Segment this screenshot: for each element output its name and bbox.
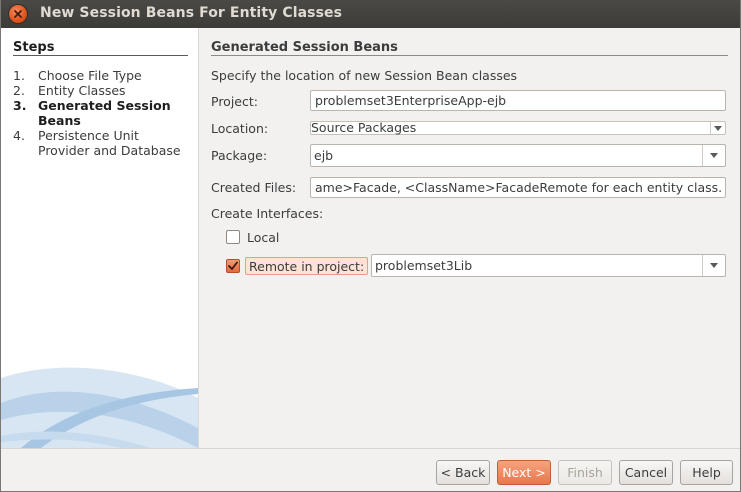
step-item-entity-classes: 2. Entity Classes	[13, 83, 193, 98]
project-field[interactable]: problemset3EnterpriseApp-ejb	[310, 90, 726, 111]
step-number: 3.	[13, 98, 27, 113]
created-files-field[interactable]: ame>Facade, <ClassName>FacadeRemote for …	[310, 177, 726, 198]
panel-title-divider	[211, 55, 728, 56]
finish-button[interactable]: Finish	[558, 460, 612, 485]
step-item-persistence-unit: 4. Persistence Unit Provider and Databas…	[13, 128, 193, 158]
chevron-down-icon[interactable]	[710, 122, 725, 134]
created-files-label: Created Files:	[211, 180, 297, 195]
step-label: Choose File Type	[38, 68, 142, 83]
local-checkbox[interactable]	[226, 230, 240, 244]
back-button[interactable]: < Back	[436, 460, 490, 485]
wizard-swoosh-graphic	[1, 367, 198, 448]
step-label: Persistence Unit Provider and Database	[38, 128, 181, 158]
remote-project-value: problemset3Lib	[375, 258, 473, 273]
steps-heading: Steps	[13, 40, 55, 55]
create-interfaces-label: Create Interfaces:	[211, 206, 324, 221]
step-item-generated-session-beans: 3. Generated Session Beans	[13, 98, 193, 128]
location-value: Source Packages	[311, 120, 417, 135]
package-value: ejb	[314, 148, 334, 163]
steps-sidebar: Steps 1. Choose File Type 2. Entity Clas…	[1, 28, 198, 448]
window-title: New Session Beans For Entity Classes	[40, 5, 343, 21]
main-panel: Generated Session Beans Specify the loca…	[199, 28, 740, 448]
close-window-button[interactable]	[9, 5, 27, 23]
steps-divider	[13, 55, 188, 56]
cancel-button[interactable]: Cancel	[619, 460, 673, 485]
next-button[interactable]: Next >	[497, 460, 551, 485]
help-button[interactable]: Help	[680, 460, 733, 485]
remote-checkbox[interactable]	[226, 259, 240, 273]
panel-description: Specify the location of new Session Bean…	[211, 68, 518, 83]
remote-project-combobox[interactable]: problemset3Lib	[371, 254, 726, 277]
project-label: Project:	[211, 94, 258, 109]
step-number: 2.	[13, 83, 25, 98]
step-label: Entity Classes	[38, 83, 126, 98]
chevron-down-icon[interactable]	[702, 145, 725, 166]
button-bar-divider	[0, 448, 741, 449]
step-item-choose-file-type: 1. Choose File Type	[13, 68, 193, 83]
package-label: Package:	[211, 148, 268, 163]
panel-title: Generated Session Beans	[211, 40, 398, 55]
chevron-down-icon[interactable]	[702, 255, 725, 276]
location-label: Location:	[211, 121, 269, 136]
steps-list: 1. Choose File Type 2. Entity Classes 3.…	[13, 68, 193, 158]
close-icon	[14, 10, 22, 18]
step-number: 1.	[13, 68, 25, 83]
title-bar: New Session Beans For Entity Classes	[0, 0, 741, 28]
package-combobox[interactable]: ejb	[310, 144, 726, 167]
step-number: 4.	[13, 128, 25, 143]
step-label: Generated Session Beans	[38, 98, 171, 128]
remote-checkbox-label[interactable]: Remote in project:	[245, 257, 369, 275]
local-checkbox-label[interactable]: Local	[247, 230, 279, 245]
location-combobox[interactable]: Source Packages	[310, 120, 726, 135]
checkmark-icon	[228, 261, 238, 270]
